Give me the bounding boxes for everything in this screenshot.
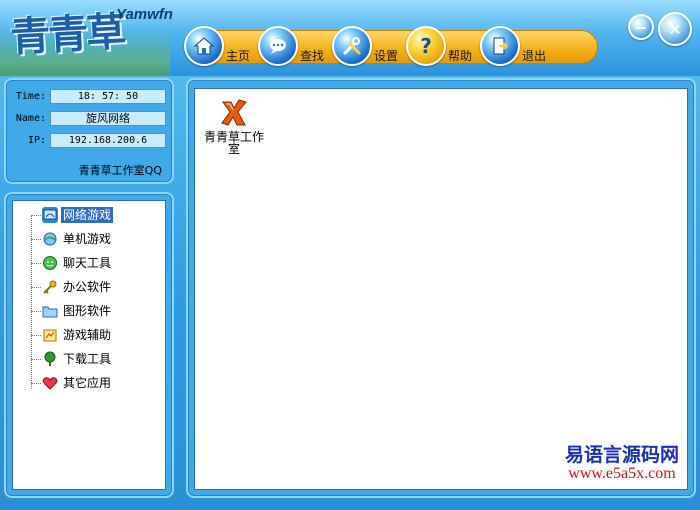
ip-row: IP: 192.168.200.6	[12, 132, 166, 148]
app-logo: 青青草	[9, 8, 126, 61]
minimize-icon: −	[634, 17, 648, 37]
single-game-icon	[42, 231, 58, 247]
tree-item-label: 办公软件	[63, 280, 112, 294]
tree-item-label: 网络游戏	[61, 207, 114, 223]
content-panel: 青青草工作室 易语言源码网 www.e5a5x.com	[186, 78, 696, 498]
nav-settings-button[interactable]: 设置	[332, 22, 398, 66]
office-key-icon	[42, 279, 58, 295]
tree-item-label: 图形软件	[63, 304, 112, 318]
name-value: 旋风网络	[50, 110, 166, 126]
category-tree[interactable]: 网络游戏 单机游戏 聊天工具 办公软件 图形软件 游戏辅助 下载工具 其它应用	[12, 200, 166, 490]
watermark: 易语言源码网 www.e5a5x.com	[565, 440, 679, 483]
tree-item-graphics-software[interactable]: 图形软件	[31, 301, 113, 321]
app-tile-studio[interactable]: 青青草工作室	[201, 97, 267, 155]
search-icon	[258, 26, 298, 66]
watermark-title: 易语言源码网	[564, 444, 679, 466]
nav-home-label: 主页	[226, 49, 251, 63]
nav-settings-label: 设置	[374, 49, 399, 63]
studio-qq-link[interactable]: 青青草工作室QQ	[79, 162, 162, 178]
info-panel: Time: 18: 57: 50 Name: 旋风网络 IP: 192.168.…	[4, 78, 174, 184]
minimize-button[interactable]: −	[628, 14, 654, 40]
close-button[interactable]: ✕	[658, 12, 692, 46]
tree-item-label: 单机游戏	[63, 232, 112, 246]
folder-icon	[42, 303, 58, 319]
nav-search-button[interactable]: 查找	[258, 22, 324, 66]
nav-exit-button[interactable]: 退出	[480, 22, 546, 66]
app-window: 青青草 Yamwfn 主页 查找 设置 ? 帮助 退出 − ✕ Time: 18…	[0, 0, 700, 510]
app-logo-subtitle: Yamwfn	[116, 6, 173, 23]
app-list-view[interactable]: 青青草工作室 易语言源码网 www.e5a5x.com	[194, 88, 688, 490]
heart-icon	[42, 375, 58, 391]
watermark-url: www.e5a5x.com	[568, 465, 676, 482]
app-tile-label: 青青草工作室	[203, 130, 264, 156]
tree-item-label: 游戏辅助	[63, 328, 112, 342]
header: 青青草 Yamwfn 主页 查找 设置 ? 帮助 退出 − ✕	[0, 0, 700, 76]
ip-value: 192.168.200.6	[50, 132, 166, 148]
help-icon: ?	[406, 26, 446, 66]
name-row: Name: 旋风网络	[12, 110, 166, 126]
time-value: 18: 57: 50	[50, 88, 166, 104]
tree-item-office-software[interactable]: 办公软件	[31, 277, 113, 297]
nav-help-button[interactable]: ? 帮助	[406, 22, 472, 66]
tree-item-game-helpers[interactable]: 游戏辅助	[31, 325, 113, 345]
chat-icon	[42, 255, 58, 271]
exit-icon	[480, 26, 520, 66]
network-game-icon	[42, 207, 58, 223]
home-icon	[184, 26, 224, 66]
nav-home-button[interactable]: 主页	[184, 22, 250, 66]
nav-help-label: 帮助	[448, 49, 473, 63]
nav-exit-label: 退出	[522, 49, 547, 63]
studio-x-icon	[218, 97, 250, 129]
tree-item-chat-tools[interactable]: 聊天工具	[31, 253, 113, 273]
tree-item-single-games[interactable]: 单机游戏	[31, 229, 113, 249]
time-row: Time: 18: 57: 50	[12, 88, 166, 104]
tree-item-label: 下载工具	[63, 352, 112, 366]
close-icon: ✕	[668, 19, 682, 39]
tree-item-other-apps[interactable]: 其它应用	[31, 373, 113, 393]
category-panel: 网络游戏 单机游戏 聊天工具 办公软件 图形软件 游戏辅助 下载工具 其它应用	[4, 192, 174, 498]
game-helper-icon	[42, 327, 58, 343]
ip-label: IP:	[27, 134, 46, 146]
tree-icon	[42, 351, 58, 367]
tree-item-label: 聊天工具	[63, 256, 112, 270]
tree-item-download-tools[interactable]: 下载工具	[31, 349, 113, 369]
name-label: Name:	[15, 112, 46, 124]
tools-icon	[332, 26, 372, 66]
nav-search-label: 查找	[300, 49, 325, 63]
tree-item-label: 其它应用	[63, 376, 112, 390]
time-label: Time:	[15, 90, 46, 102]
tree-item-network-games[interactable]: 网络游戏	[31, 205, 114, 225]
